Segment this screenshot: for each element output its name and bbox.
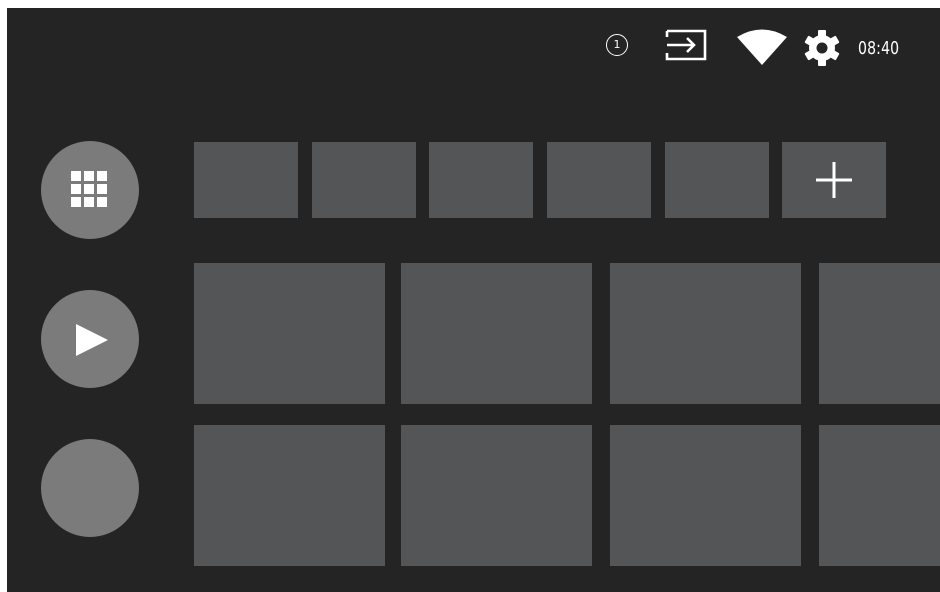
favorite-tile[interactable] xyxy=(312,142,416,218)
add-favorite-button[interactable] xyxy=(782,142,886,218)
content-tile[interactable] xyxy=(401,263,592,404)
wifi-icon[interactable] xyxy=(735,28,789,72)
tv-home-screen: 1 08:40 xyxy=(7,8,940,592)
favorite-tile[interactable] xyxy=(665,142,769,218)
apps-button[interactable] xyxy=(41,141,139,239)
favorite-tile[interactable] xyxy=(547,142,651,218)
plus-icon xyxy=(816,162,852,198)
content-tile[interactable] xyxy=(194,263,385,404)
content-tile[interactable] xyxy=(819,425,940,566)
content-tile[interactable] xyxy=(610,425,801,566)
input-source-icon[interactable] xyxy=(664,28,710,66)
content-tile[interactable] xyxy=(610,263,801,404)
notification-badge[interactable]: 1 xyxy=(606,34,628,56)
settings-gear-icon[interactable] xyxy=(802,28,842,72)
clock: 08:40 xyxy=(858,38,900,59)
content-tile[interactable] xyxy=(819,263,940,404)
blank-button[interactable] xyxy=(41,439,139,537)
content-tile[interactable] xyxy=(401,425,592,566)
favorite-tile[interactable] xyxy=(429,142,533,218)
content-tile[interactable] xyxy=(194,425,385,566)
apps-grid-icon xyxy=(71,171,107,207)
play-button[interactable] xyxy=(41,290,139,388)
play-icon xyxy=(76,324,108,356)
favorite-tile[interactable] xyxy=(194,142,298,218)
